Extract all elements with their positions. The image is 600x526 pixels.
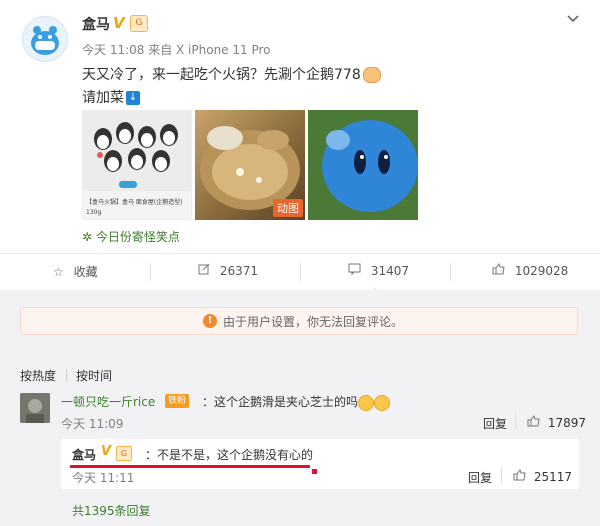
comment-text: ：这个企鹅滑是夹心芝士的吗 xyxy=(202,393,391,411)
comment-icon xyxy=(348,263,365,278)
topic-icon: ✲ xyxy=(82,230,93,244)
verified-icon: V xyxy=(101,444,112,459)
more-replies-link[interactable]: 共1395条回复 xyxy=(72,502,151,519)
notice-text: 由于用户设置，你无法回复评论。 xyxy=(223,315,404,329)
subreply-reply-button[interactable]: 回复 xyxy=(468,469,492,486)
comment-body: ：这个企鹅滑是夹心芝士的吗 xyxy=(202,395,359,409)
hippo-logo-icon xyxy=(31,26,59,55)
like-button[interactable]: 1029028 xyxy=(492,262,569,278)
like-count: 1029028 xyxy=(514,264,569,278)
repost-button[interactable]: 26371 xyxy=(198,263,258,278)
post-text-line2: 请加菜 ↓ xyxy=(82,87,140,107)
post-card: 盒马 V G 今天 11:08 来自 X iPhone 11 Pro 天又冷了，… xyxy=(0,0,600,250)
author-avatar[interactable] xyxy=(22,16,68,62)
reply-disabled-notice: ! 由于用户设置，你无法回复评论。 xyxy=(20,307,578,335)
level-badge: G xyxy=(130,15,148,32)
thumbs-up-icon xyxy=(513,468,530,484)
thumbs-up-icon xyxy=(527,414,544,430)
blue-plush-image-icon xyxy=(308,110,418,220)
subreply-like-button[interactable]: 25117 xyxy=(513,468,573,484)
post-image-hotpot[interactable]: 动图 xyxy=(195,110,305,220)
scared-emoji-icon xyxy=(374,394,391,411)
verified-icon: V xyxy=(113,14,125,32)
post-text: 天又冷了，来一起吃个火锅？先涮个企鹅778 xyxy=(82,67,361,83)
commenter-name[interactable]: 一顿只吃一斤rice xyxy=(61,393,155,410)
sort-by-time[interactable]: 按时间 xyxy=(76,367,112,384)
post-image-plush[interactable] xyxy=(308,110,418,220)
chevron-down-icon[interactable] xyxy=(566,12,580,28)
favorite-label: 收藏 xyxy=(73,265,98,279)
reply-like-separator xyxy=(501,467,502,483)
warning-icon: ! xyxy=(203,314,217,328)
sort-by-hot[interactable]: 按热度 xyxy=(20,367,56,384)
favorite-button[interactable]: ☆ 收藏 xyxy=(53,263,98,280)
post-text-2: 请加菜 xyxy=(82,90,124,106)
sub-reply: 盒马 V G ：不是不是，这个企鹅没有心的 今天 11:11 回复 25117 xyxy=(61,439,579,489)
sort-separator xyxy=(66,369,67,381)
action-separator xyxy=(300,263,301,281)
author-name[interactable]: 盒马 xyxy=(82,14,110,34)
scared-emoji-icon xyxy=(358,394,375,411)
subreply-like-count: 25117 xyxy=(533,470,573,484)
penguin-dumplings-icon xyxy=(83,111,191,191)
action-separator xyxy=(150,263,151,281)
comment-time: 今天 11:09 xyxy=(61,417,124,431)
post-meta: 今天 11:08 来自 X iPhone 11 Pro xyxy=(82,43,271,57)
product-weight: 130g xyxy=(86,209,102,216)
action-separator xyxy=(450,263,451,281)
level-badge: G xyxy=(116,446,132,461)
fan-badge: 铁粉 xyxy=(165,394,190,408)
repost-count: 26371 xyxy=(219,264,259,278)
star-icon: ☆ xyxy=(53,265,64,279)
commenter-avatar[interactable] xyxy=(20,393,50,423)
action-bar: ☆ 收藏 26371 31407 1029028 xyxy=(0,254,600,293)
repost-icon xyxy=(198,263,214,278)
down-arrow-icon: ↓ xyxy=(126,91,140,105)
post-image-product[interactable]: 【盒马火锅】盒马 面食屋(企鹅造型) 130g xyxy=(82,110,192,220)
comment-count: 31407 xyxy=(370,264,410,278)
subreply-text: ：不是不是，这个企鹅没有心的 xyxy=(145,448,314,462)
red-underline-annotation xyxy=(70,465,310,468)
fist-emoji-icon xyxy=(362,67,381,83)
gif-badge: 动图 xyxy=(273,199,303,217)
comment-reply-button[interactable]: 回复 xyxy=(483,415,507,432)
comment-like-button[interactable]: 17897 xyxy=(527,414,587,430)
post-text-line1: 天又冷了，来一起吃个火锅？先涮个企鹅778 xyxy=(82,64,381,84)
subreply-time: 今天 11:11 xyxy=(72,471,135,485)
comment-button[interactable]: 31407 xyxy=(348,263,409,278)
comment-like-count: 17897 xyxy=(547,416,587,430)
red-annotation-mark xyxy=(312,469,317,474)
topic-link[interactable]: ✲ 今日份寄怪笑点 xyxy=(82,228,180,245)
product-caption: 【盒马火锅】盒马 面食屋(企鹅造型) xyxy=(86,199,183,206)
topic-text: 今日份寄怪笑点 xyxy=(95,230,180,244)
thumbs-up-icon xyxy=(492,262,509,278)
reply-like-separator xyxy=(515,413,516,429)
subreply-author[interactable]: 盒马 xyxy=(72,446,96,463)
